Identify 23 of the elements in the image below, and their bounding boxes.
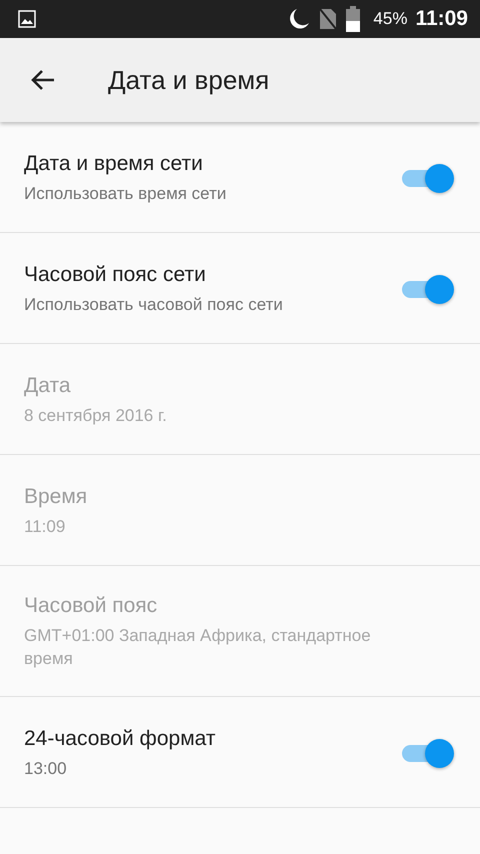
setting-title: Время: [24, 484, 88, 508]
back-icon[interactable]: [30, 69, 56, 91]
setting-summary: 8 сентября 2016 г.: [24, 404, 168, 426]
image-icon: [18, 10, 36, 28]
setting-title: Дата: [24, 374, 72, 398]
setting-summary: Использовать часовой пояс сети: [24, 294, 284, 316]
setting-summary: 13:00: [24, 758, 68, 780]
setting-title: Часовой пояс: [24, 594, 158, 618]
battery-icon: [345, 6, 362, 32]
moon-icon: [287, 7, 312, 31]
setting-title[interactable]: Часовой пояс сети: [24, 262, 400, 286]
screen-title: Дата и время: [108, 64, 270, 96]
setting-summary: 11:09: [24, 516, 66, 538]
toggle-switch[interactable]: [400, 273, 454, 305]
clock: 11:09: [415, 7, 468, 31]
toggle-switch[interactable]: [400, 737, 454, 769]
setting-title[interactable]: Дата и время сети: [24, 152, 400, 176]
toggle-switch[interactable]: [400, 162, 454, 194]
no-sim-icon: [319, 8, 338, 30]
setting-title[interactable]: 24-часовой формат: [24, 726, 400, 750]
setting-summary: Использовать время сети: [24, 182, 228, 204]
battery-percent: 45%: [373, 9, 408, 29]
setting-summary: GMT+01:00 Западная Африка, стандартное время: [24, 625, 372, 670]
